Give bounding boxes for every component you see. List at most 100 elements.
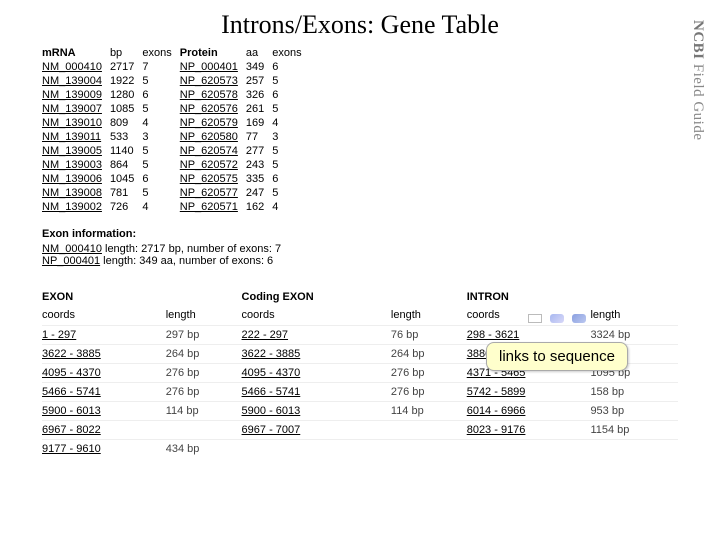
- cell-ex2: 5: [272, 158, 309, 172]
- schematic-icon-3[interactable]: [572, 314, 586, 323]
- cell-ex1: 4: [142, 116, 179, 130]
- protein-accession-link[interactable]: NP_620579: [180, 116, 246, 130]
- mrna-icon-group: [528, 314, 586, 323]
- mrna-accession-link[interactable]: NM_000410: [42, 60, 110, 74]
- protein-link[interactable]: NP_000401: [42, 255, 100, 267]
- cell-ex2: 5: [272, 102, 309, 116]
- cell-aa: 247: [246, 186, 272, 200]
- mrna-accession-link[interactable]: NM_139010: [42, 116, 110, 130]
- protein-accession-link[interactable]: NP_620573: [180, 74, 246, 88]
- length-cell: [166, 421, 242, 440]
- protein-accession-link[interactable]: NP_620572: [180, 158, 246, 172]
- mrna-accession-link[interactable]: NM_139006: [42, 172, 110, 186]
- cell-aa: 257: [246, 74, 272, 88]
- mrna-accession-link[interactable]: NM_139003: [42, 158, 110, 172]
- coord-link[interactable]: 5900 - 6013: [42, 402, 166, 421]
- cell-bp: 1085: [110, 102, 142, 116]
- protein-accession-link[interactable]: NP_000401: [180, 60, 246, 74]
- coord-link[interactable]: 1 - 297: [42, 326, 166, 345]
- coord-link[interactable]: 6967 - 8022: [42, 421, 166, 440]
- col-protein: Protein: [180, 46, 246, 60]
- cell-aa: 349: [246, 60, 272, 74]
- table-row: NM_00041027177NP_0004013496: [42, 60, 310, 74]
- cell-ex2: 6: [272, 172, 309, 186]
- cell-bp: 1280: [110, 88, 142, 102]
- table-row: NM_1390087815NP_6205772475: [42, 186, 310, 200]
- mrna-accession-link[interactable]: NM_139002: [42, 200, 110, 214]
- table-row: NM_1390038645NP_6205722435: [42, 158, 310, 172]
- coord-link[interactable]: 5466 - 5741: [242, 383, 391, 402]
- coord-link[interactable]: 8023 - 9176: [467, 421, 591, 440]
- cell-aa: 169: [246, 116, 272, 130]
- coord-link[interactable]: 6014 - 6966: [467, 402, 591, 421]
- protein-accession-link[interactable]: NP_620577: [180, 186, 246, 200]
- mrna-accession-link[interactable]: NM_139004: [42, 74, 110, 88]
- cell-ex1: 3: [142, 130, 179, 144]
- cell-ex2: 6: [272, 60, 309, 74]
- coord-link[interactable]: 9177 - 9610: [42, 440, 166, 459]
- mrna-accession-link[interactable]: NM_139008: [42, 186, 110, 200]
- schematic-icon-2[interactable]: [550, 314, 564, 323]
- slide-title: Introns/Exons: Gene Table: [0, 0, 720, 46]
- mrna-accession-link[interactable]: NM_139009: [42, 88, 110, 102]
- exon-col: [391, 289, 467, 307]
- mrna-link[interactable]: NM_000410: [42, 243, 102, 255]
- exon-subcol: length: [590, 307, 678, 326]
- col-aa: aa: [246, 46, 272, 60]
- length-cell: 76 bp: [391, 326, 467, 345]
- cell-bp: 2717: [110, 60, 142, 74]
- protein-accession-link[interactable]: NP_620571: [180, 200, 246, 214]
- cell-ex2: 4: [272, 200, 309, 214]
- cell-bp: 809: [110, 116, 142, 130]
- cell-aa: 243: [246, 158, 272, 172]
- length-cell: [467, 440, 591, 459]
- col-mrna: mRNA: [42, 46, 110, 60]
- mrna-info-text: length: 2717 bp, number of exons: 7: [102, 243, 281, 255]
- coord-link[interactable]: 3622 - 3885: [242, 345, 391, 364]
- mrna-accession-link[interactable]: NM_139007: [42, 102, 110, 116]
- coord-link[interactable]: 222 - 297: [242, 326, 391, 345]
- col-exons: exons: [142, 46, 179, 60]
- cell-ex2: 5: [272, 74, 309, 88]
- brand-bold: NCBI: [690, 20, 706, 60]
- protein-accession-link[interactable]: NP_620575: [180, 172, 246, 186]
- cell-ex2: 6: [272, 88, 309, 102]
- mrna-header-row: mRNAbpexonsProteinaaexons: [42, 46, 310, 60]
- cell-bp: 533: [110, 130, 142, 144]
- cell-aa: 77: [246, 130, 272, 144]
- exon-col: Coding EXON: [242, 289, 391, 307]
- coord-link[interactable]: 4095 - 4370: [42, 364, 166, 383]
- table-row: NM_13900610456NP_6205753356: [42, 172, 310, 186]
- length-cell: 114 bp: [391, 402, 467, 421]
- protein-accession-link[interactable]: NP_620576: [180, 102, 246, 116]
- cell-ex1: 6: [142, 172, 179, 186]
- cell-aa: 162: [246, 200, 272, 214]
- table-row: NM_13900710855NP_6205762615: [42, 102, 310, 116]
- length-cell: 264 bp: [391, 345, 467, 364]
- exon-col: EXON: [42, 289, 166, 307]
- table-row: NM_1390115333NP_620580773: [42, 130, 310, 144]
- schematic-icon-1[interactable]: [528, 314, 542, 323]
- length-cell: [590, 440, 678, 459]
- coord-link[interactable]: 5742 - 5899: [467, 383, 591, 402]
- mrna-accession-link[interactable]: NM_139005: [42, 144, 110, 158]
- coord-link[interactable]: 3622 - 3885: [42, 345, 166, 364]
- length-cell: 434 bp: [166, 440, 242, 459]
- cell-ex1: 5: [142, 102, 179, 116]
- coord-link[interactable]: 5900 - 6013: [242, 402, 391, 421]
- coord-link[interactable]: 6967 - 7007: [242, 421, 391, 440]
- exon-row: 9177 - 9610434 bp: [42, 440, 678, 459]
- length-cell: 276 bp: [391, 383, 467, 402]
- coord-link[interactable]: 4095 - 4370: [242, 364, 391, 383]
- coord-link[interactable]: 5466 - 5741: [42, 383, 166, 402]
- protein-accession-link[interactable]: NP_620580: [180, 130, 246, 144]
- length-cell: 276 bp: [391, 364, 467, 383]
- protein-accession-link[interactable]: NP_620578: [180, 88, 246, 102]
- exon-subcol: coords: [242, 307, 391, 326]
- protein-accession-link[interactable]: NP_620574: [180, 144, 246, 158]
- cell-ex1: 6: [142, 88, 179, 102]
- table-row: NM_13900511405NP_6205742775: [42, 144, 310, 158]
- mrna-accession-link[interactable]: NM_139011: [42, 130, 110, 144]
- annotation-callout: links to sequence: [486, 342, 628, 371]
- cell-ex1: 7: [142, 60, 179, 74]
